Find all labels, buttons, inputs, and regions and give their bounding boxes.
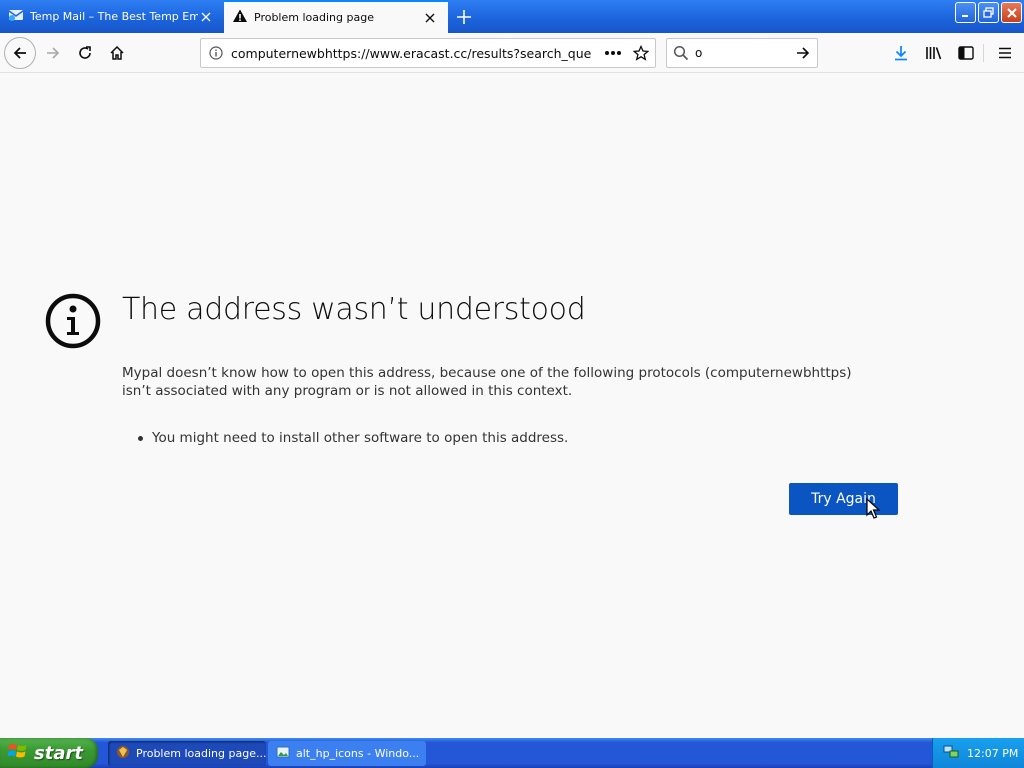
minimize-icon xyxy=(961,14,968,17)
tab-title: Temp Mail – The Best Temp Email f xyxy=(30,10,198,23)
search-bar[interactable]: o xyxy=(666,38,818,68)
tempmail-favicon-icon xyxy=(8,7,24,26)
task-label: alt_hp_icons - Windo... xyxy=(296,747,420,760)
library-button[interactable] xyxy=(919,38,949,68)
clock[interactable]: 12:07 PM xyxy=(967,747,1018,760)
tab-problem-loading[interactable]: Problem loading page xyxy=(224,0,448,33)
try-again-button[interactable]: Try Again xyxy=(789,483,898,515)
taskbar-item-browser[interactable]: Problem loading page... xyxy=(108,741,266,766)
hamburger-menu-icon xyxy=(999,47,1011,59)
mouse-cursor-icon xyxy=(866,497,881,524)
new-tab-button[interactable] xyxy=(448,0,480,33)
restore-button[interactable] xyxy=(978,2,999,23)
close-icon xyxy=(1006,7,1017,18)
search-input[interactable]: o xyxy=(695,46,789,60)
bookmark-star-icon[interactable] xyxy=(627,45,655,61)
navigation-toolbar: computernewbhttps://www.eracast.cc/resul… xyxy=(0,33,1024,73)
downloads-button[interactable] xyxy=(886,38,916,68)
windows-logo-icon xyxy=(7,742,28,764)
tab-title: Problem loading page xyxy=(254,11,374,24)
info-circle-icon xyxy=(44,292,102,350)
list-item: You might need to install other software… xyxy=(138,430,568,446)
toolbar-separator xyxy=(983,44,984,62)
suggestion-text: You might need to install other software… xyxy=(152,430,569,446)
forward-arrow-icon xyxy=(47,47,60,59)
download-icon xyxy=(895,46,907,61)
info-icon[interactable] xyxy=(201,46,231,60)
page-actions-icon[interactable] xyxy=(599,50,627,56)
url-bar[interactable]: computernewbhttps://www.eracast.cc/resul… xyxy=(200,38,656,68)
image-folder-icon xyxy=(276,745,290,762)
forward-button[interactable] xyxy=(38,38,68,68)
system-tray: 12:07 PM xyxy=(932,738,1024,768)
window-controls xyxy=(955,2,1022,23)
reload-button[interactable] xyxy=(70,38,100,68)
task-label: Problem loading page... xyxy=(136,747,266,760)
back-button[interactable] xyxy=(4,37,36,69)
plus-icon xyxy=(457,9,471,24)
close-window-button[interactable] xyxy=(1001,2,1022,23)
taskbar: start Problem loading page... alt_hp_ico… xyxy=(0,738,1024,768)
mypal-app-icon xyxy=(116,745,130,762)
minimize-button[interactable] xyxy=(955,2,976,23)
home-icon xyxy=(110,45,124,60)
sidebar-toggle-button[interactable] xyxy=(951,38,981,68)
start-button[interactable]: start xyxy=(0,738,98,768)
search-go-icon[interactable] xyxy=(789,45,817,61)
warning-icon xyxy=(232,8,248,27)
search-icon xyxy=(667,45,695,61)
menu-button[interactable] xyxy=(990,38,1020,68)
sidebar-icon xyxy=(958,46,974,60)
restore-icon xyxy=(983,7,994,18)
url-text[interactable]: computernewbhttps://www.eracast.cc/resul… xyxy=(231,46,599,61)
bullet-icon xyxy=(138,435,143,441)
start-label: start xyxy=(34,742,83,764)
error-suggestions-list: You might need to install other software… xyxy=(138,430,568,446)
back-arrow-icon xyxy=(13,47,26,59)
reload-icon xyxy=(79,46,91,59)
network-icon[interactable] xyxy=(943,745,959,762)
error-title: The address wasn’t understood xyxy=(122,292,586,327)
close-tab-icon[interactable] xyxy=(198,9,214,25)
tab-temp-mail[interactable]: Temp Mail – The Best Temp Email f xyxy=(0,0,224,33)
home-button[interactable] xyxy=(102,38,132,68)
taskbar-item-explorer[interactable]: alt_hp_icons - Windo... xyxy=(268,741,426,766)
close-tab-icon[interactable] xyxy=(422,10,438,26)
tab-bar: Temp Mail – The Best Temp Email f Proble… xyxy=(0,0,1024,33)
error-description: Mypal doesn’t know how to open this addr… xyxy=(122,365,852,399)
library-icon xyxy=(926,47,942,60)
